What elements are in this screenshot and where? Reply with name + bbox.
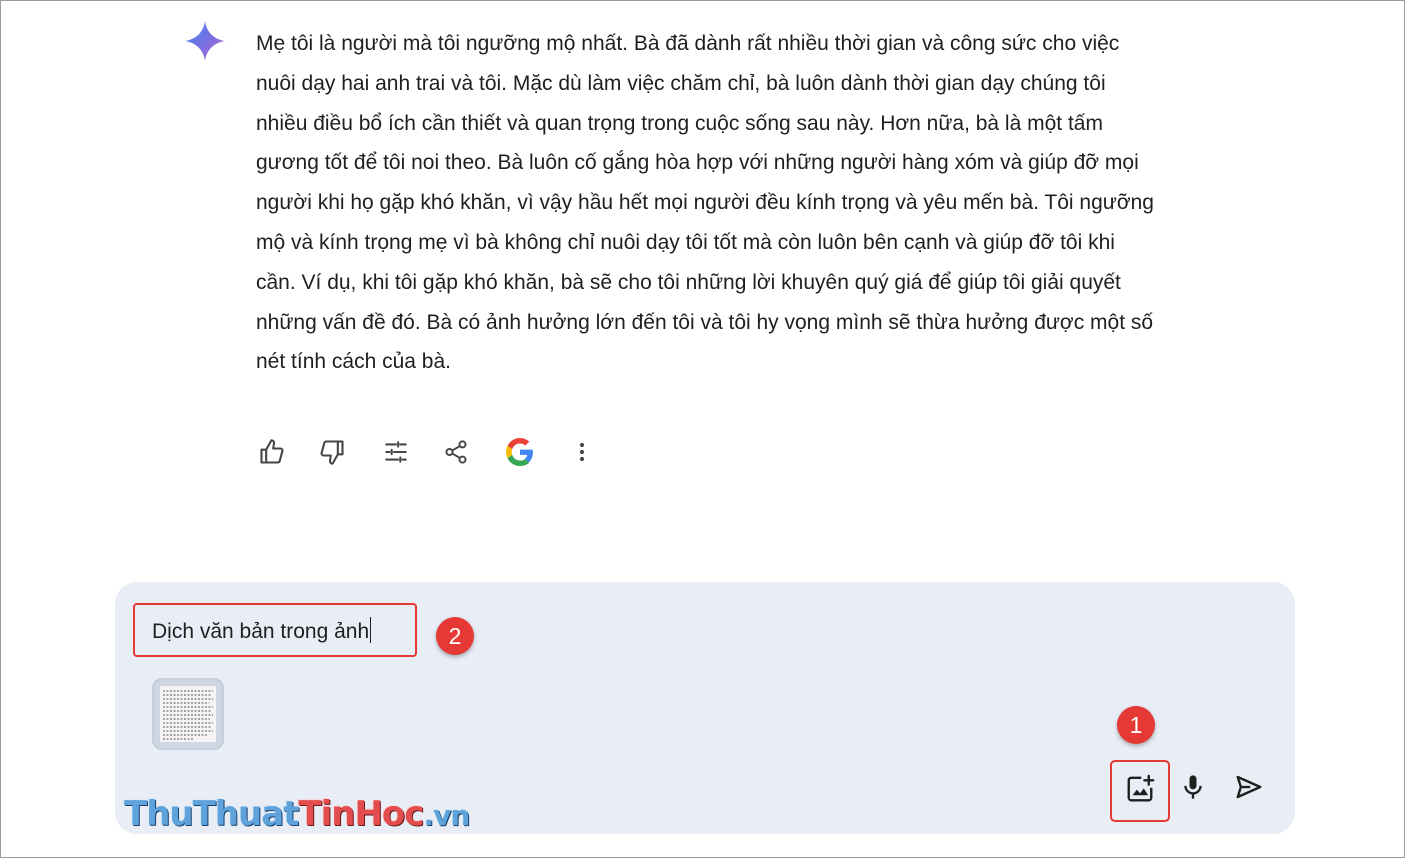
- thumbs-up-icon: [258, 438, 286, 471]
- modify-response-button[interactable]: [378, 436, 414, 472]
- annotation-badge-2: 2: [436, 617, 474, 655]
- send-icon: [1234, 772, 1264, 807]
- thumbs-up-button[interactable]: [254, 436, 290, 472]
- send-button[interactable]: [1227, 767, 1271, 811]
- gemini-sparkle-icon: [184, 20, 226, 62]
- google-check-button[interactable]: [502, 436, 538, 472]
- more-vert-icon: [572, 440, 592, 469]
- tune-icon: [383, 439, 409, 470]
- microphone-button[interactable]: [1171, 767, 1215, 811]
- thumbs-down-icon: [318, 438, 346, 471]
- attached-image-thumbnail[interactable]: [152, 678, 224, 750]
- google-icon: [506, 437, 534, 471]
- more-options-button[interactable]: [564, 436, 600, 472]
- site-watermark: ThuThuatTinHoc.vn: [124, 794, 470, 834]
- share-icon: [443, 439, 469, 470]
- microphone-icon: [1179, 772, 1207, 807]
- prompt-input[interactable]: Dịch văn bản trong ảnh: [133, 603, 417, 657]
- add-image-button[interactable]: [1110, 760, 1170, 822]
- annotation-badge-1: 1: [1117, 706, 1155, 744]
- share-button[interactable]: [438, 436, 474, 472]
- response-text: Mẹ tôi là người mà tôi ngưỡng mộ nhất. B…: [256, 32, 1154, 374]
- prompt-input-text: Dịch văn bản trong ảnh: [135, 616, 372, 644]
- text-caret: [370, 616, 372, 643]
- add-image-icon: [1125, 774, 1155, 809]
- thumbs-down-button[interactable]: [314, 436, 350, 472]
